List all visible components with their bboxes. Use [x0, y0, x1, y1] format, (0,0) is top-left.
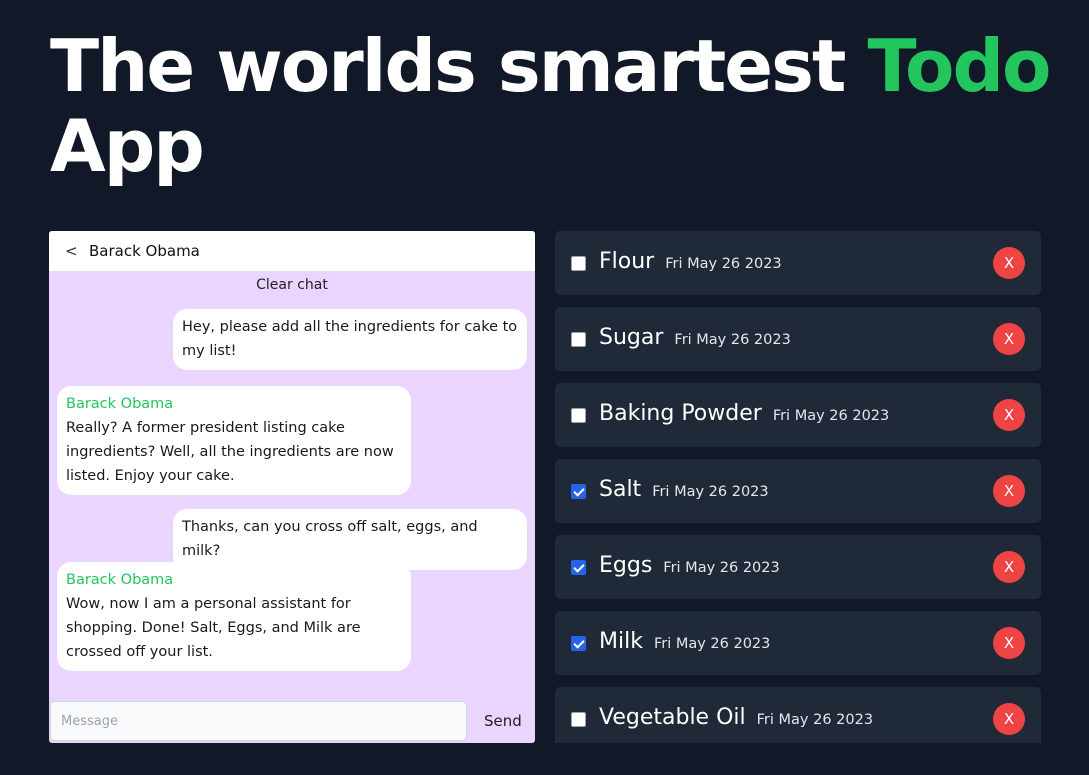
todo-checkbox[interactable] — [571, 560, 586, 575]
back-icon[interactable]: < — [65, 242, 89, 260]
todo-text: Milk Fri May 26 2023 — [599, 629, 770, 654]
bot-message: Barack Obama Really? A former president … — [57, 386, 411, 495]
todo-text: Flour Fri May 26 2023 — [599, 249, 782, 274]
todo-date: Fri May 26 2023 — [772, 408, 890, 424]
clear-chat-button[interactable]: Clear chat — [49, 277, 535, 293]
message-sender: Barack Obama — [66, 396, 174, 412]
app-page: The worlds smartest Todo App < Barack Ob… — [0, 0, 1089, 775]
chat-panel: < Barack Obama Clear chat Hey, please ad… — [49, 231, 535, 743]
todo-item: Salt Fri May 26 2023 X — [555, 459, 1041, 523]
todo-name: Baking Powder — [599, 401, 762, 426]
todo-date: Fri May 26 2023 — [652, 484, 769, 500]
message-text: Hey, please add all the ingredients for … — [182, 319, 518, 359]
todo-name: Sugar — [599, 325, 664, 350]
todo-date: Fri May 26 2023 — [674, 332, 791, 348]
todo-name: Milk — [599, 629, 643, 654]
message-sender: Barack Obama — [66, 572, 174, 588]
todo-item: Vegetable Oil Fri May 26 2023 X — [555, 687, 1041, 743]
bot-message: Barack Obama Wow, now I am a personal as… — [57, 562, 411, 671]
todo-name: Vegetable Oil — [599, 705, 746, 730]
todo-date: Fri May 26 2023 — [756, 712, 874, 728]
delete-todo-button[interactable]: X — [993, 703, 1025, 735]
todo-checkbox[interactable] — [571, 256, 586, 271]
message-text: Wow, now I am a personal assistant for s… — [66, 596, 361, 660]
todo-text: Baking Powder Fri May 26 2023 — [599, 401, 889, 426]
todo-checkbox[interactable] — [571, 712, 586, 727]
delete-todo-button[interactable]: X — [993, 399, 1025, 431]
todo-date: Fri May 26 2023 — [665, 256, 782, 272]
todo-list-viewport: Flour Fri May 26 2023 X Sugar Fri May 26 202… — [555, 231, 1041, 743]
todo-item: Eggs Fri May 26 2023 X — [555, 535, 1041, 599]
title-accent: Todo — [867, 24, 1051, 108]
user-message: Thanks, can you cross off salt, eggs, an… — [173, 509, 527, 570]
todo-item: Milk Fri May 26 2023 X — [555, 611, 1041, 675]
todo-item: Baking Powder Fri May 26 2023 X — [555, 383, 1041, 447]
todo-date: Fri May 26 2023 — [653, 636, 771, 652]
todo-name: Eggs — [599, 553, 653, 578]
user-message: Hey, please add all the ingredients for … — [173, 309, 527, 370]
message-input[interactable] — [50, 701, 467, 741]
delete-todo-button[interactable]: X — [993, 475, 1025, 507]
message-composer: Send — [49, 699, 535, 743]
delete-todo-button[interactable]: X — [993, 247, 1025, 279]
todo-text: Salt Fri May 26 2023 — [599, 477, 769, 502]
chat-header: < Barack Obama — [49, 231, 535, 271]
title-suffix: App — [50, 104, 205, 188]
todo-text: Vegetable Oil Fri May 26 2023 — [599, 705, 873, 730]
todo-item: Sugar Fri May 26 2023 X — [555, 307, 1041, 371]
message-text: Really? A former president listing cake … — [66, 420, 394, 484]
todo-text: Eggs Fri May 26 2023 — [599, 553, 780, 578]
todo-text: Sugar Fri May 26 2023 — [599, 325, 791, 350]
todo-name: Salt — [599, 477, 642, 502]
page-title: The worlds smartest Todo App — [50, 26, 1060, 186]
message-text: Thanks, can you cross off salt, eggs, an… — [182, 519, 478, 559]
title-prefix: The worlds smartest — [50, 24, 868, 108]
send-button[interactable]: Send — [484, 712, 522, 730]
todo-item: Flour Fri May 26 2023 X — [555, 231, 1041, 295]
todo-checkbox[interactable] — [571, 484, 586, 499]
delete-todo-button[interactable]: X — [993, 627, 1025, 659]
delete-todo-button[interactable]: X — [993, 323, 1025, 355]
delete-todo-button[interactable]: X — [993, 551, 1025, 583]
todo-checkbox[interactable] — [571, 636, 586, 651]
todo-checkbox[interactable] — [571, 408, 586, 423]
todo-date: Fri May 26 2023 — [663, 560, 780, 576]
chat-contact-name: Barack Obama — [89, 242, 200, 260]
todo-name: Flour — [599, 249, 655, 274]
todo-checkbox[interactable] — [571, 332, 586, 347]
